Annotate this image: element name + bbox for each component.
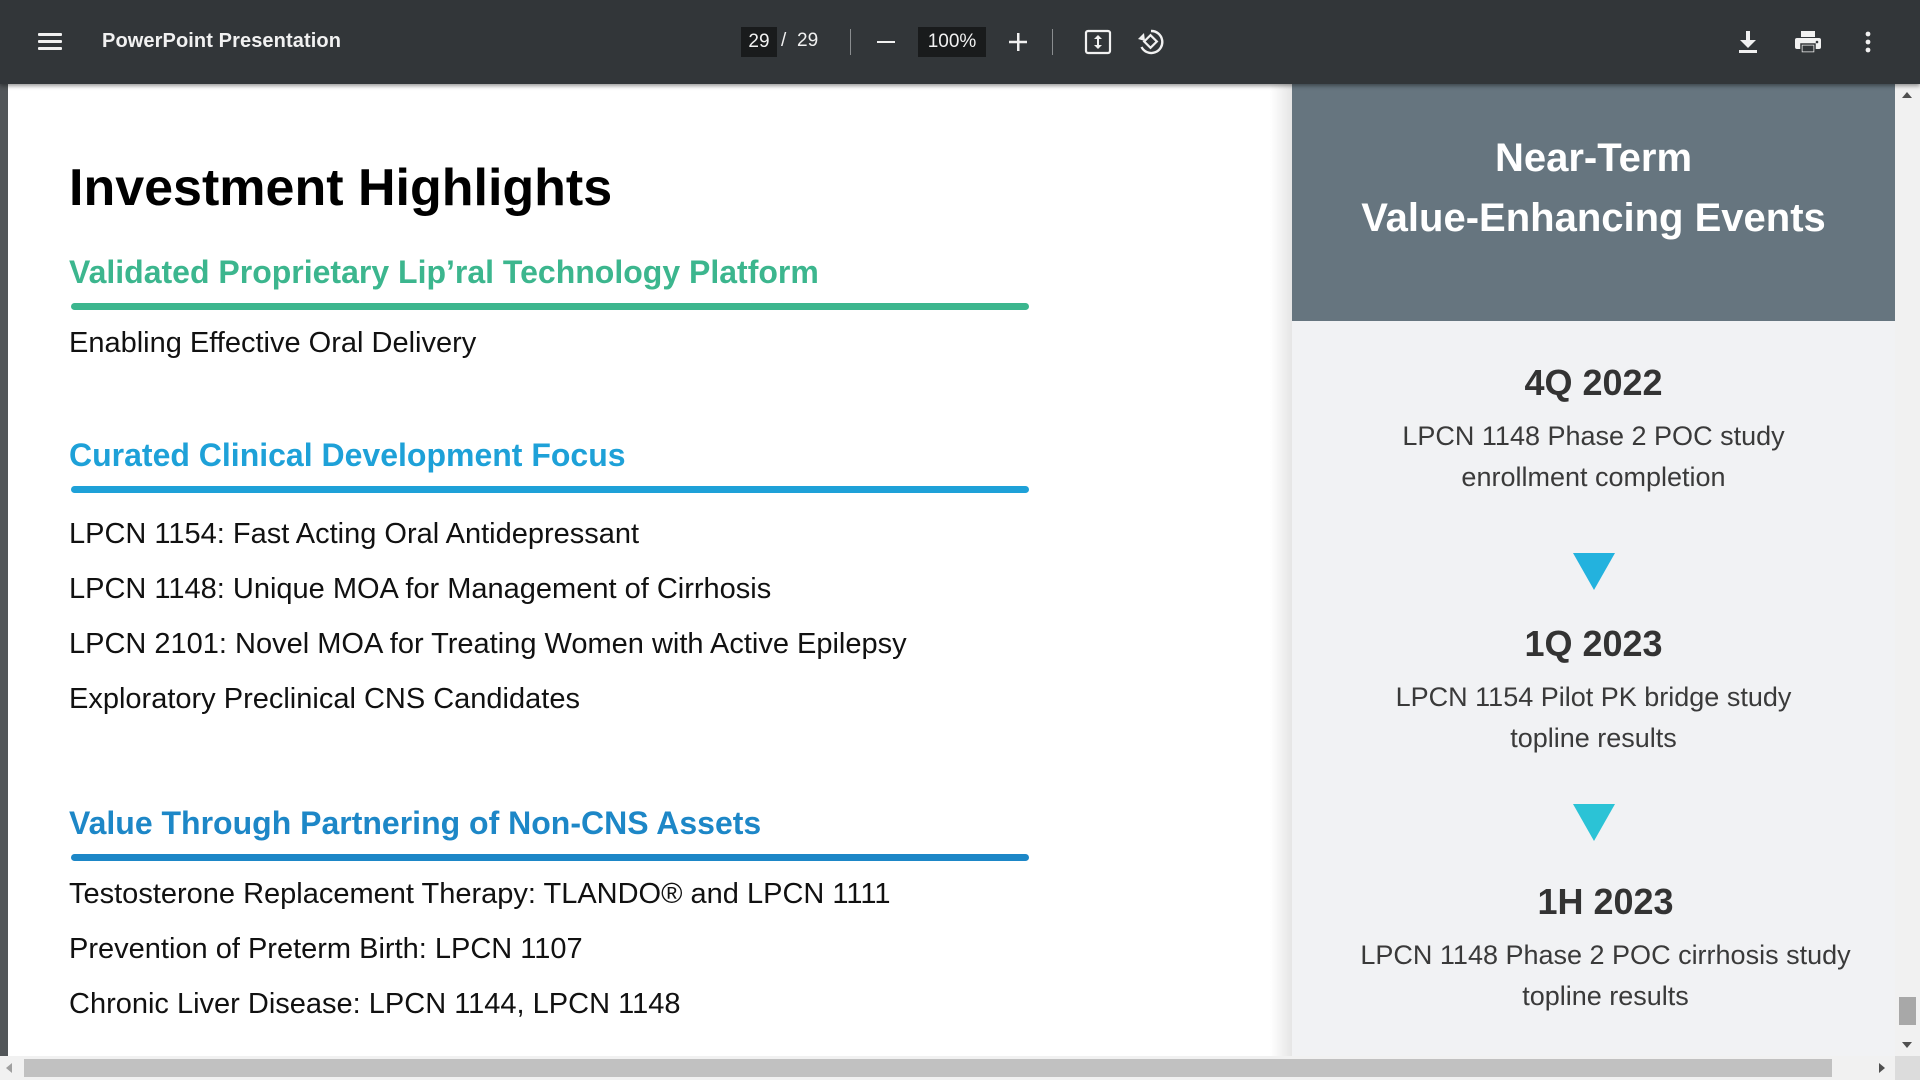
minus-icon [877, 40, 895, 44]
rotate-button[interactable] [1133, 24, 1169, 60]
scroll-down-arrow-icon[interactable] [1902, 1042, 1912, 1048]
list-item: LPCN 2101: Novel MOA for Treating Women … [69, 628, 907, 660]
print-button[interactable] [1790, 24, 1826, 60]
list-item: LPCN 1154: Fast Acting Oral Antidepressa… [69, 518, 640, 550]
event-description-line1: LPCN 1148 Phase 2 POC cirrhosis study [1360, 940, 1851, 970]
section-heading: Validated Proprietary Lip’ral Technology… [69, 254, 819, 290]
section-rule [71, 854, 1029, 861]
section-partnering: Value Through Partnering of Non-CNS Asse… [69, 805, 1029, 1042]
event-description-line1: LPCN 1148 Phase 2 POC study [1402, 421, 1785, 451]
scrollbar-corner [1895, 1056, 1920, 1080]
down-triangle-icon [1573, 553, 1615, 590]
toolbar-divider [1052, 29, 1053, 55]
horizontal-scrollbar[interactable] [0, 1056, 1895, 1080]
plus-icon [1009, 33, 1027, 51]
section-technology-platform: Validated Proprietary Lip’ral Technology… [69, 254, 1029, 381]
event-item: 4Q 2022 LPCN 1148 Phase 2 POC study enro… [1292, 362, 1895, 498]
event-item: 1H 2023 LPCN 1148 Phase 2 POC cirrhosis … [1304, 881, 1895, 1017]
events-panel-header: Near-Term Value-Enhancing Events [1292, 84, 1895, 321]
event-description-line1: LPCN 1154 Pilot PK bridge study [1395, 682, 1792, 712]
slide-title: Investment Highlights [69, 159, 613, 217]
event-date: 1H 2023 [1537, 881, 1674, 922]
event-description-line2: enrollment completion [1461, 462, 1726, 492]
list-item: Enabling Effective Oral Delivery [69, 327, 477, 359]
hamburger-menu-icon[interactable] [30, 22, 70, 62]
page-total: 29 [797, 30, 819, 51]
vertical-scroll-thumb[interactable] [1899, 997, 1916, 1025]
download-icon [1739, 31, 1757, 53]
panel-shadow [1270, 84, 1292, 1056]
scroll-right-arrow-icon[interactable] [1879, 1063, 1885, 1073]
event-description-line2: topline results [1522, 981, 1689, 1011]
section-clinical-focus: Curated Clinical Development Focus LPCN … [69, 437, 1029, 737]
list-item: Testosterone Replacement Therapy: TLANDO… [69, 878, 891, 910]
event-item: 1Q 2023 LPCN 1154 Pilot PK bridge study … [1292, 623, 1895, 759]
section-rule [71, 303, 1029, 310]
scroll-left-arrow-icon[interactable] [6, 1063, 12, 1073]
events-panel-title-line1: Near-Term [1494, 136, 1693, 180]
fit-to-page-icon [1084, 29, 1112, 55]
event-description-line2: topline results [1510, 723, 1677, 753]
section-heading: Curated Clinical Development Focus [69, 437, 626, 473]
more-vertical-icon [1865, 31, 1871, 53]
zoom-out-button[interactable] [868, 24, 904, 60]
scroll-up-arrow-icon[interactable] [1902, 92, 1912, 98]
horizontal-scroll-thumb[interactable] [24, 1059, 1832, 1077]
vertical-scrollbar[interactable] [1895, 84, 1920, 1056]
events-panel-title-line2: Value-Enhancing Events [1361, 196, 1826, 240]
pdf-toolbar: PowerPoint Presentation / 29 [0, 0, 1920, 84]
list-item: Exploratory Preclinical CNS Candidates [69, 683, 580, 715]
pdf-page: Investment Highlights Validated Propriet… [8, 84, 1895, 1056]
events-panel: Near-Term Value-Enhancing Events 4Q 2022… [1292, 84, 1895, 1056]
list-item: LPCN 1148: Unique MOA for Management of … [69, 573, 772, 605]
rotate-counterclockwise-icon [1138, 29, 1164, 55]
more-options-button[interactable] [1850, 24, 1886, 60]
event-date: 4Q 2022 [1524, 362, 1663, 403]
toolbar-divider [850, 29, 851, 55]
zoom-level-input[interactable] [918, 27, 986, 57]
fit-to-page-button[interactable] [1080, 24, 1116, 60]
page-number-input[interactable] [741, 27, 777, 57]
section-heading: Value Through Partnering of Non-CNS Asse… [69, 805, 762, 841]
section-rule [71, 486, 1029, 493]
list-item: Prevention of Preterm Birth: LPCN 1107 [69, 933, 583, 965]
document-title: PowerPoint Presentation [102, 30, 342, 52]
download-button[interactable] [1730, 24, 1766, 60]
page-separator: / [781, 30, 787, 51]
event-date: 1Q 2023 [1524, 623, 1663, 664]
list-item: Chronic Liver Disease: LPCN 1144, LPCN 1… [69, 988, 681, 1020]
down-triangle-icon [1573, 804, 1615, 841]
printer-icon [1795, 31, 1821, 54]
zoom-in-button[interactable] [1000, 24, 1036, 60]
